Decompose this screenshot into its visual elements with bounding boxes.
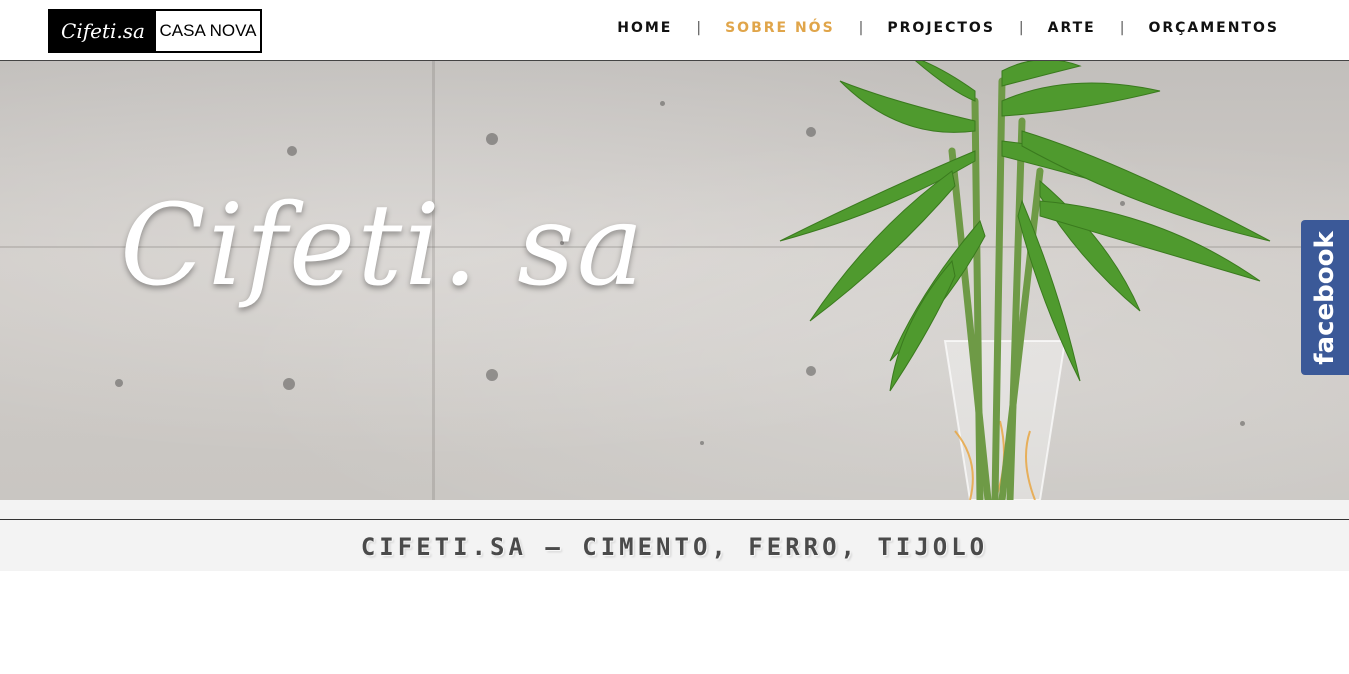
nav-separator: | [696, 20, 702, 36]
nav-item-projectos[interactable]: PROJECTOS [887, 20, 995, 36]
facebook-icon: facebook [1310, 230, 1340, 365]
concrete-pore [115, 379, 123, 387]
concrete-pore [486, 133, 498, 145]
facebook-tab[interactable]: facebook [1301, 220, 1349, 375]
concrete-pore [700, 441, 704, 445]
nav-separator: | [1119, 20, 1125, 36]
bamboo-plant-image [779, 61, 1271, 500]
logo-brand-text: CASA NOVA [159, 21, 257, 40]
concrete-pore [486, 369, 498, 381]
divider [0, 519, 1349, 520]
concrete-pore [287, 146, 297, 156]
nav-separator: | [1018, 20, 1024, 36]
hero-banner: Cifeti. sa [0, 61, 1349, 500]
nav-item-sobre-nos[interactable]: SOBRE NÓS [725, 20, 835, 36]
main-nav: HOME | SOBRE NÓS | PROJECTOS | ARTE | OR… [617, 20, 1279, 36]
nav-item-orcamentos[interactable]: ORÇAMENTOS [1148, 20, 1279, 36]
site-logo[interactable]: Cifeti.sa CASA NOVA [48, 9, 262, 53]
concrete-pore [660, 101, 665, 106]
nav-item-home[interactable]: HOME [617, 20, 672, 36]
nav-separator: | [858, 20, 864, 36]
tagline-text: CIFETI.SA – CIMENTO, FERRO, TIJOLO [360, 533, 989, 561]
tagline-band: CIFETI.SA – CIMENTO, FERRO, TIJOLO [0, 500, 1349, 571]
site-header: Cifeti.sa CASA NOVA HOME | SOBRE NÓS | P… [0, 0, 1349, 61]
hero-script-title: Cifeti. sa [120, 181, 646, 311]
logo-script-text: Cifeti.sa [50, 11, 156, 51]
nav-item-arte[interactable]: ARTE [1048, 20, 1096, 36]
concrete-pore [283, 378, 295, 390]
